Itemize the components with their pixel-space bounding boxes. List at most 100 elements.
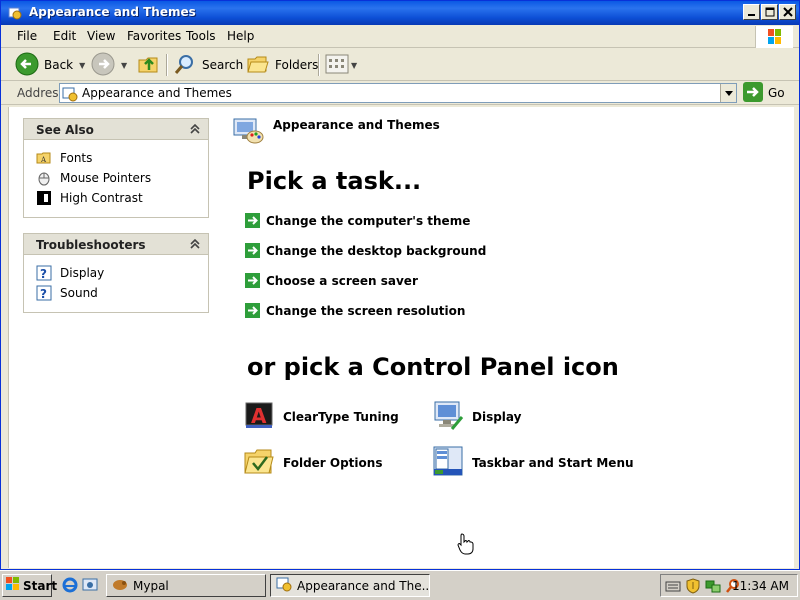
keyboard-icon[interactable] bbox=[665, 578, 681, 597]
control-panel-item-folder-options[interactable]: Folder Options bbox=[243, 445, 382, 480]
taskbar-button-label: Mypal bbox=[133, 578, 169, 593]
control-panel-item-cleartype[interactable]: A ClearType Tuning bbox=[243, 399, 399, 434]
appearance-themes-icon bbox=[231, 113, 265, 150]
sidebar-item-high-contrast[interactable]: High Contrast bbox=[36, 188, 208, 208]
see-also-panel: See Also A Fonts Mouse Pointers High Con… bbox=[23, 118, 209, 218]
taskbar-button-mypal[interactable]: Mypal bbox=[106, 574, 266, 597]
task-link[interactable]: Change the desktop background bbox=[245, 243, 486, 258]
go-label: Go bbox=[768, 86, 785, 100]
back-dropdown-icon[interactable]: ▼ bbox=[79, 61, 85, 70]
sidebar-item-display[interactable]: ? Display bbox=[36, 263, 208, 283]
maximize-button[interactable] bbox=[761, 4, 778, 20]
sidebar-item-fonts[interactable]: A Fonts bbox=[36, 148, 208, 168]
cleartype-icon: A bbox=[243, 399, 275, 434]
views-dropdown-icon[interactable]: ▼ bbox=[351, 61, 357, 70]
folder-options-icon bbox=[243, 445, 275, 480]
start-label: Start bbox=[23, 578, 58, 593]
menu-edit[interactable]: Edit bbox=[53, 29, 76, 43]
troubleshooters-header[interactable]: Troubleshooters bbox=[24, 234, 208, 255]
collapse-chevron-icon[interactable] bbox=[190, 238, 200, 252]
task-label: Choose a screen saver bbox=[266, 273, 418, 288]
control-panel-item-taskbar[interactable]: Taskbar and Start Menu bbox=[432, 445, 634, 480]
up-folder-button[interactable] bbox=[137, 52, 161, 78]
taskbar: Start Mypal Appearance and The... 11:34 … bbox=[0, 570, 800, 600]
forward-dropdown-icon[interactable]: ▼ bbox=[121, 61, 127, 70]
back-arrow-icon bbox=[15, 52, 39, 79]
hand-cursor-icon bbox=[457, 533, 475, 558]
start-button[interactable]: Start bbox=[2, 574, 57, 597]
address-bar: Address Appearance and Themes Go bbox=[1, 81, 799, 105]
display-icon bbox=[432, 399, 464, 434]
views-icon bbox=[325, 53, 349, 78]
fonts-folder-icon: A bbox=[36, 150, 52, 166]
sidebar-item-label: Fonts bbox=[60, 151, 93, 165]
sidebar-item-label: Sound bbox=[60, 286, 98, 300]
title-bar[interactable]: Appearance and Themes bbox=[1, 1, 799, 25]
up-folder-icon bbox=[137, 52, 161, 79]
sidebar-item-sound[interactable]: ? Sound bbox=[36, 283, 208, 303]
task-arrow-icon bbox=[245, 213, 260, 228]
control-panel-item-label: ClearType Tuning bbox=[283, 409, 399, 424]
explorer-window: Appearance and Themes File Edit View Fav… bbox=[0, 0, 800, 570]
svg-text:A: A bbox=[40, 156, 47, 164]
taskbar-button-appearance[interactable]: Appearance and The... bbox=[270, 574, 430, 597]
pick-task-heading: Pick a task... bbox=[247, 167, 422, 195]
windows-logo-icon bbox=[755, 26, 793, 48]
control-panel-item-label: Folder Options bbox=[283, 455, 383, 470]
task-link[interactable]: Change the computer's theme bbox=[245, 213, 470, 228]
category-title-row: Appearance and Themes bbox=[231, 113, 440, 150]
high-contrast-icon bbox=[36, 190, 52, 206]
svg-text:?: ? bbox=[40, 287, 47, 301]
task-arrow-icon bbox=[245, 243, 260, 258]
collapse-chevron-icon[interactable] bbox=[190, 123, 200, 137]
menu-tools[interactable]: Tools bbox=[186, 29, 216, 43]
task-link[interactable]: Change the screen resolution bbox=[245, 303, 465, 318]
control-panel-item-label: Display bbox=[472, 409, 522, 424]
menu-file[interactable]: File bbox=[17, 29, 37, 43]
clock[interactable]: 11:34 AM bbox=[732, 579, 789, 593]
toolbar-separator bbox=[166, 54, 168, 76]
views-button[interactable]: ▼ bbox=[325, 52, 357, 78]
address-input[interactable]: Appearance and Themes bbox=[59, 83, 737, 103]
search-icon bbox=[173, 52, 197, 79]
address-label: Address bbox=[17, 86, 65, 100]
back-label: Back bbox=[44, 58, 74, 72]
network-icon[interactable] bbox=[705, 578, 721, 597]
mypal-icon bbox=[112, 576, 128, 595]
menu-favorites[interactable]: Favorites bbox=[127, 29, 181, 43]
task-label: Change the screen resolution bbox=[266, 303, 466, 318]
show-desktop-icon[interactable] bbox=[82, 577, 98, 596]
control-panel-icon bbox=[276, 576, 292, 595]
go-button[interactable]: Go bbox=[743, 81, 785, 103]
sidebar-item-mouse-pointers[interactable]: Mouse Pointers bbox=[36, 168, 208, 188]
taskbar-icon bbox=[432, 445, 464, 480]
menu-bar: File Edit View Favorites Tools Help bbox=[1, 25, 799, 48]
search-button[interactable]: Search bbox=[173, 52, 243, 78]
svg-text:?: ? bbox=[40, 267, 47, 281]
task-label: Change the desktop background bbox=[266, 243, 487, 258]
help-icon: ? bbox=[36, 285, 52, 301]
minimize-button[interactable] bbox=[743, 4, 760, 20]
internet-explorer-icon[interactable] bbox=[62, 577, 78, 596]
folders-icon bbox=[246, 52, 270, 79]
menu-view[interactable]: View bbox=[87, 29, 115, 43]
control-panel-item-label: Taskbar and Start Menu bbox=[472, 455, 634, 470]
forward-button[interactable]: ▼ bbox=[91, 52, 127, 78]
see-also-header[interactable]: See Also bbox=[24, 119, 208, 140]
task-label: Change the computer's theme bbox=[266, 213, 471, 228]
task-arrow-icon bbox=[245, 303, 260, 318]
window-title: Appearance and Themes bbox=[29, 5, 196, 19]
control-panel-item-display[interactable]: Display bbox=[432, 399, 521, 434]
folders-button[interactable]: Folders bbox=[246, 52, 318, 78]
menu-help[interactable]: Help bbox=[227, 29, 254, 43]
address-dropdown-button[interactable] bbox=[720, 84, 736, 102]
task-link[interactable]: Choose a screen saver bbox=[245, 273, 418, 288]
toolbar-separator bbox=[318, 54, 320, 76]
system-tray: 11:34 AM bbox=[660, 574, 798, 597]
sidebar-item-label: High Contrast bbox=[60, 191, 143, 205]
close-button[interactable] bbox=[779, 4, 796, 20]
content-area: See Also A Fonts Mouse Pointers High Con… bbox=[8, 107, 794, 568]
security-shield-icon[interactable] bbox=[685, 578, 701, 597]
back-button[interactable]: Back ▼ bbox=[15, 52, 85, 78]
svg-text:A: A bbox=[251, 404, 267, 428]
